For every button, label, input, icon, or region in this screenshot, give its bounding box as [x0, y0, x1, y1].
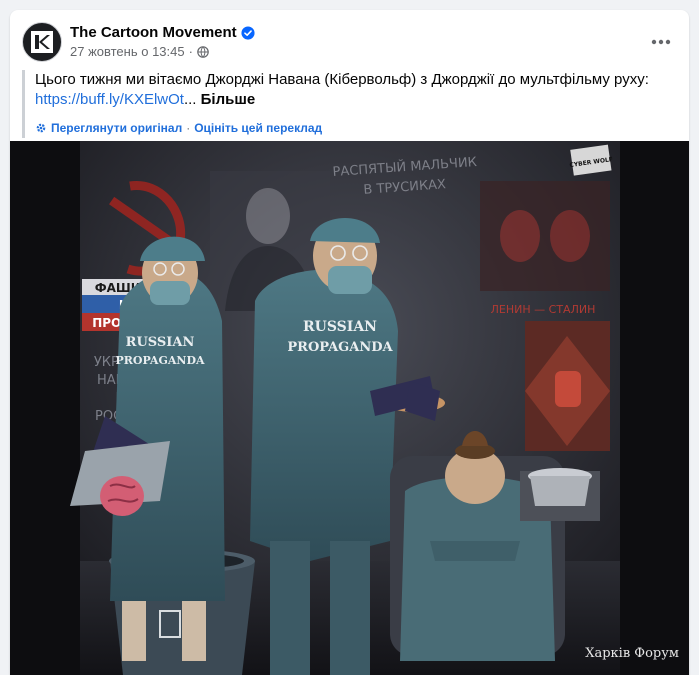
translate-separator: · — [186, 121, 191, 135]
link-ellipsis: ... — [183, 91, 197, 108]
cartoon-illustration: РАСПЯТЫЙ МАЛЬЧИК В ТРУСИКАХ CYBER WOLF Л… — [10, 141, 689, 675]
post-text: Цього тижня ми вітаємо Джорджі Навана (К… — [22, 70, 677, 138]
post-image[interactable]: РАСПЯТЫЙ МАЛЬЧИК В ТРУСИКАХ CYBER WOLF Л… — [10, 141, 689, 675]
more-options-button[interactable] — [645, 26, 677, 58]
gown-text-left-1: RUSSIAN — [126, 335, 195, 350]
see-more-link[interactable]: Більше — [201, 91, 256, 108]
post-header: The Cartoon Movement 27 жовтень о 13:45 … — [22, 22, 677, 62]
verified-badge-icon — [241, 25, 255, 40]
translation-bar: Переглянути оригінал · Оцініть цей перек… — [35, 118, 677, 138]
post-card: The Cartoon Movement 27 жовтень о 13:45 … — [10, 10, 689, 675]
chamber-pot — [520, 468, 600, 521]
globe-icon[interactable] — [197, 45, 209, 58]
more-horizontal-icon — [651, 39, 671, 45]
gown-text-right-2: PROPAGANDA — [287, 340, 393, 355]
watermark: Харків Форум — [585, 646, 679, 661]
post-body: Цього тижня ми вітаємо Джорджі Навана (К… — [35, 71, 649, 88]
gear-icon — [36, 123, 46, 133]
patient-chair — [390, 431, 565, 661]
fist-poster — [525, 321, 610, 451]
gown-text-right-1: RUSSIAN — [303, 319, 377, 335]
page-name[interactable]: The Cartoon Movement — [70, 24, 237, 41]
lenin-stalin-poster — [480, 181, 610, 291]
rate-translation-link[interactable]: Оцініть цей переклад — [194, 118, 322, 138]
post-timestamp[interactable]: 27 жовтень о 13:45 — [70, 44, 185, 59]
gown-text-left-2: PROPAGANDA — [115, 354, 205, 367]
cartoon-movement-logo-icon — [31, 31, 53, 53]
page-avatar[interactable] — [22, 22, 62, 62]
brain — [100, 476, 144, 516]
wall-text-right: ЛЕНИН — СТАЛИН — [491, 303, 596, 316]
post-link[interactable]: https://buff.ly/KXElwOt — [35, 91, 184, 108]
meta-separator: · — [188, 44, 193, 59]
see-original-link[interactable]: Переглянути оригінал — [51, 118, 182, 138]
